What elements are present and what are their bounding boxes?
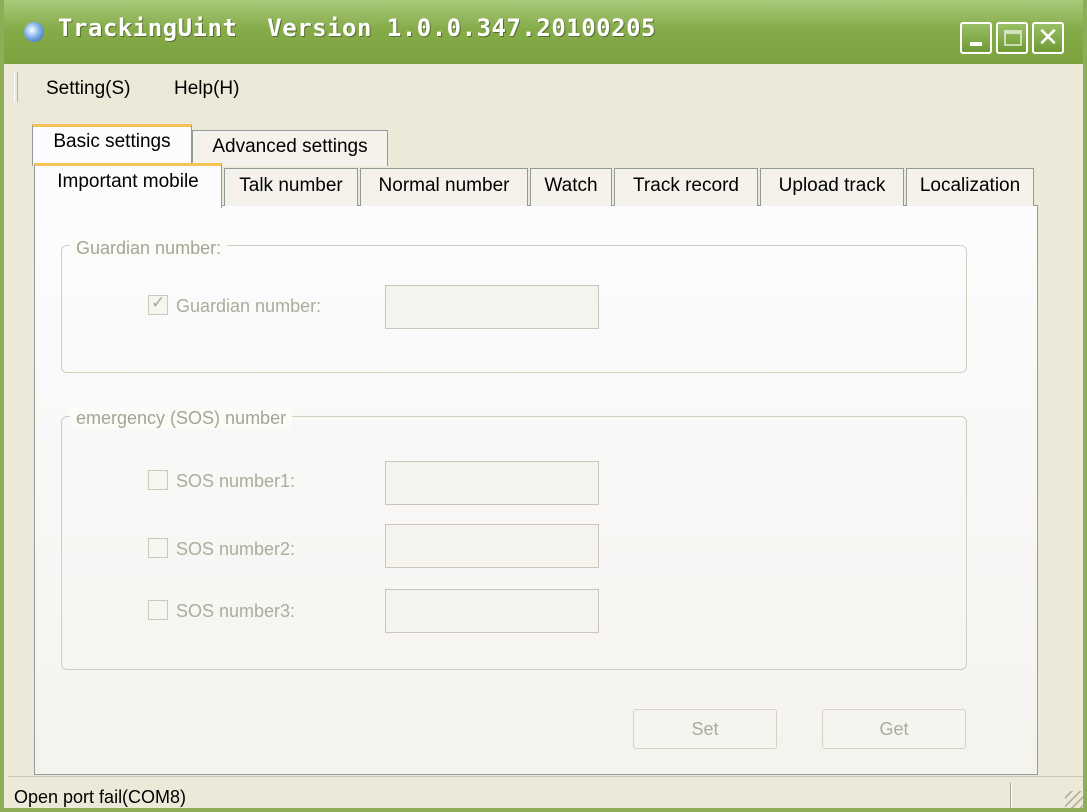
minimize-icon (970, 42, 982, 46)
guardian-number-field[interactable] (385, 285, 599, 329)
tab-upload-track[interactable]: Upload track (760, 168, 904, 206)
set-button[interactable]: Set (633, 709, 777, 749)
status-separator (1010, 783, 1012, 808)
tab-localization[interactable]: Localization (906, 168, 1034, 206)
menu-grip (14, 72, 18, 102)
menu-setting[interactable]: Setting(S) (46, 78, 130, 100)
resize-grip-icon[interactable] (1065, 791, 1083, 808)
main-window: TrackingUint Version 1.0.0.347.20100205 … (0, 0, 1087, 812)
guardian-group-title: Guardian number: (70, 238, 228, 259)
tab-important-mobile[interactable]: Important mobile (34, 163, 222, 208)
tab-basic-settings[interactable]: Basic settings (32, 124, 192, 166)
status-text: Open port fail(COM8) (14, 787, 187, 807)
tab-talk-number[interactable]: Talk number (224, 168, 358, 206)
title-bar[interactable]: TrackingUint Version 1.0.0.347.20100205 … (4, 0, 1083, 64)
maximize-icon (1004, 30, 1022, 46)
close-icon: ✕ (1037, 23, 1059, 53)
maximize-button[interactable] (996, 22, 1028, 54)
sos2-checkbox[interactable] (148, 538, 168, 558)
minimize-button[interactable] (960, 22, 992, 54)
checkmark-icon: ✓ (151, 293, 166, 313)
status-bar: Open port fail(COM8) (8, 776, 1083, 808)
app-globe-icon (24, 22, 44, 42)
sos2-label: SOS number2: (176, 539, 296, 559)
sos3-checkbox[interactable] (148, 600, 168, 620)
tab-watch[interactable]: Watch (530, 168, 612, 206)
get-button[interactable]: Get (822, 709, 966, 749)
guardian-checkbox[interactable]: ✓ (148, 293, 168, 315)
menu-help[interactable]: Help(H) (174, 78, 239, 100)
sos1-number-field[interactable] (385, 461, 599, 505)
sos1-label: SOS number1: (176, 471, 296, 491)
sos2-number-field[interactable] (385, 524, 599, 568)
window-title: TrackingUint Version 1.0.0.347.20100205 (58, 14, 656, 42)
tab-advanced-settings[interactable]: Advanced settings (192, 130, 388, 166)
guardian-checkbox-label: Guardian number: (176, 296, 322, 316)
tab-normal-number[interactable]: Normal number (360, 168, 528, 206)
sos3-number-field[interactable] (385, 589, 599, 633)
sos3-label: SOS number3: (176, 601, 296, 621)
tab-track-record[interactable]: Track record (614, 168, 758, 206)
sos-group-title: emergency (SOS) number (70, 408, 293, 429)
menu-bar: Setting(S) Help(H) (8, 66, 1083, 112)
close-button[interactable]: ✕ (1032, 22, 1064, 54)
sos1-checkbox[interactable] (148, 470, 168, 490)
